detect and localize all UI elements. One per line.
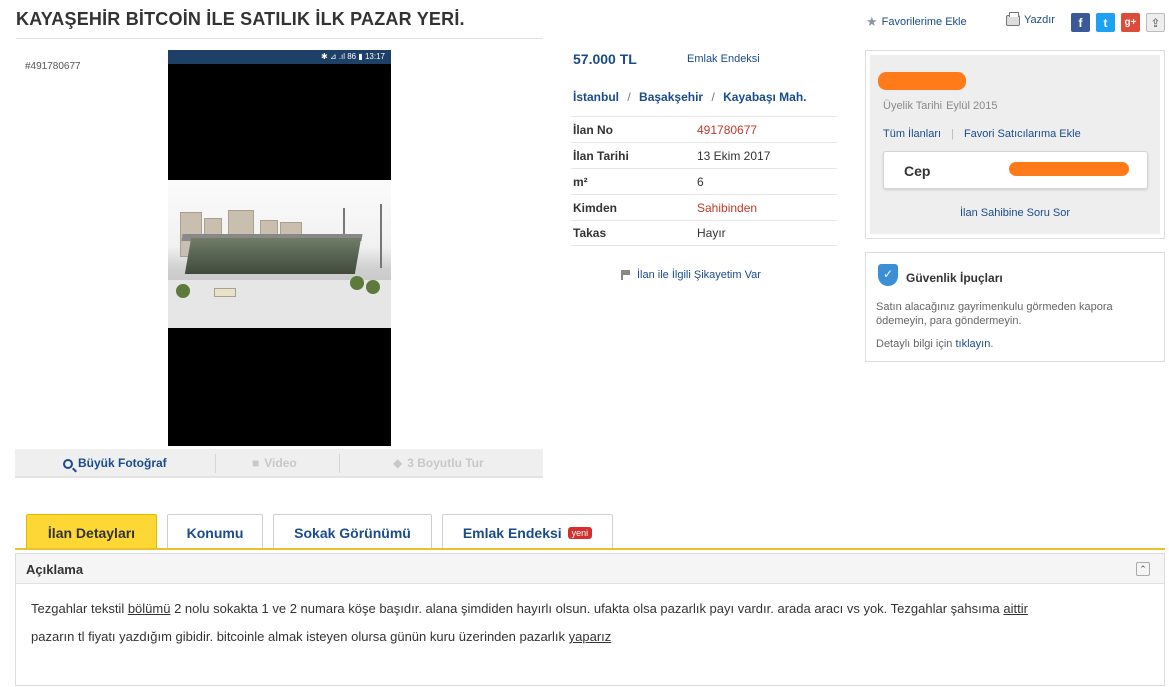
breadcrumb: İstanbul / Başakşehir / Kayabaşı Mah. <box>573 90 807 104</box>
security-text: Satın alacağınız gayrimenkulu görmeden k… <box>876 301 1113 327</box>
page-title: KAYAŞEHİR BİTCOİN İLE SATILIK İLK PAZAR … <box>16 9 465 29</box>
tab-ilan-detaylari[interactable]: İlan Detayları <box>26 514 157 550</box>
security-more: Detaylı bilgi için tıklayın. <box>876 338 993 350</box>
description-text: Tezgahlar tekstil <box>31 601 128 616</box>
complaint-link[interactable]: İlan ile İlgili Şikayetim Var <box>621 269 761 281</box>
description-text: pazarın tl fiyatı yazdığım gibidir. bitc… <box>31 629 569 644</box>
underlined-word: aittir <box>1003 601 1028 616</box>
info-key: m² <box>573 174 588 189</box>
shield-icon: ✓ <box>878 264 898 286</box>
breadcrumb-district[interactable]: Başakşehir <box>639 90 703 104</box>
new-badge: yeni <box>567 526 593 539</box>
breadcrumb-city[interactable]: İstanbul <box>573 90 619 104</box>
cube-icon: ◆ <box>393 456 403 470</box>
security-tips-box: ✓ Güvenlik İpuçları Satın alacağınız gay… <box>865 252 1165 362</box>
description-paragraph: pazarın tl fiyatı yazdığım gibidir. bitc… <box>31 628 1149 646</box>
phone-label: Cep <box>904 163 931 179</box>
tab-label: İlan Detayları <box>47 524 136 541</box>
emlak-endeksi-link[interactable]: Emlak Endeksi <box>687 53 760 65</box>
big-photo-button[interactable]: Büyük Fotoğraf <box>63 449 167 478</box>
add-favorite-link[interactable]: ★ Favorilerime Ekle <box>866 14 967 30</box>
description-header: Açıklama ⌃ <box>16 554 1164 584</box>
info-key: Takas <box>573 226 607 240</box>
add-favorite-seller-link[interactable]: Favori Satıcılarıma Ekle <box>964 128 1081 140</box>
print-link[interactable]: Yazdır <box>1006 11 1055 26</box>
tab-konumu[interactable]: Konumu <box>167 514 263 550</box>
security-more-suffix: . <box>990 338 994 350</box>
redacted-phone-number <box>1009 162 1129 176</box>
tab-sokak-gorunumu[interactable]: Sokak Görünümü <box>273 514 432 550</box>
info-value: Sahibinden <box>697 200 758 215</box>
print-label: Yazdır <box>1024 14 1055 26</box>
description-text: 2 nolu sokakta 1 ve 2 numara köşe başıdı… <box>170 601 1004 616</box>
phone-box[interactable]: Cep <box>883 151 1148 189</box>
all-listings-link[interactable]: Tüm İlanları <box>883 128 941 140</box>
photo-toolbar: Büyük Fotoğraf ■ Video ◆ 3 Boyutlu Tur <box>15 449 543 478</box>
underlined-word: yaparız <box>568 629 612 644</box>
video-icon: ■ <box>252 456 260 470</box>
member-since: Üyelik Tarihi Eylül 2015 <box>883 100 997 112</box>
description-title: Açıklama <box>26 562 84 577</box>
big-photo-label: Büyük Fotoğraf <box>78 456 167 470</box>
share-icon: ⇪ <box>1150 15 1161 30</box>
security-title: Güvenlik İpuçları <box>906 271 1003 285</box>
info-row-ilan-no: İlan No 491780677 <box>571 116 837 142</box>
info-row-takas: Takas Hayır <box>571 220 837 246</box>
tab-label: Sokak Görünümü <box>294 524 411 541</box>
video-label: Video <box>264 456 297 470</box>
info-row-m2: m² 6 <box>571 168 837 194</box>
security-more-prefix: Detaylı bilgi için <box>876 338 953 350</box>
googleplus-share-button[interactable]: g+ <box>1121 13 1140 32</box>
breadcrumb-separator: / <box>711 90 715 104</box>
seller-box: Üyelik Tarihi Eylül 2015 Tüm İlanları | F… <box>865 50 1165 239</box>
info-value: 13 Ekim 2017 <box>697 148 771 163</box>
main-photo[interactable]: ✱ ⊿ .ıl 86 ▮ 13:17 <box>168 50 391 446</box>
printer-icon <box>1006 11 1020 26</box>
share-button[interactable]: ⇪ <box>1146 13 1165 32</box>
video-button: ■ Video <box>252 449 297 478</box>
tab-emlak-endeksi[interactable]: Emlak Endeksi yeni <box>442 514 613 550</box>
breadcrumb-neighborhood[interactable]: Kayabaşı Mah. <box>723 90 806 104</box>
description-panel: Açıklama ⌃ Tezgahlar tekstil bölümü 2 no… <box>15 553 1165 686</box>
facebook-share-button[interactable]: f <box>1071 13 1090 32</box>
info-value: Hayır <box>697 226 726 240</box>
member-since-label: Üyelik Tarihi <box>883 100 943 112</box>
collapse-icon[interactable]: ⌃ <box>1136 562 1150 576</box>
header-divider <box>16 38 543 39</box>
info-key: İlan No <box>573 122 614 137</box>
tab-label: Emlak Endeksi <box>462 524 562 541</box>
member-since-value: Eylül 2015 <box>946 100 998 112</box>
price: 57.000 TL <box>573 51 637 67</box>
info-key: İlan Tarihi <box>573 148 629 163</box>
add-favorite-label: Favorilerime Ekle <box>881 16 967 28</box>
info-key: Kimden <box>573 200 618 215</box>
seller-links: Tüm İlanları | Favori Satıcılarıma Ekle <box>883 128 1081 140</box>
tab-underline <box>15 548 1165 550</box>
description-body: Tezgahlar tekstil bölümü 2 nolu sokakta … <box>16 584 1164 646</box>
info-value: 491780677 <box>697 122 758 137</box>
underlined-word: bölümü <box>127 601 171 616</box>
description-paragraph: Tezgahlar tekstil bölümü 2 nolu sokakta … <box>31 600 1149 618</box>
star-icon: ★ <box>866 14 878 29</box>
link-separator: | <box>951 128 954 140</box>
complaint-label: İlan ile İlgili Şikayetim Var <box>637 269 761 281</box>
flag-icon <box>621 270 631 280</box>
security-more-link[interactable]: tıklayın <box>955 338 990 350</box>
twitter-share-button[interactable]: t <box>1096 13 1115 32</box>
photo-scene <box>168 180 391 328</box>
3d-tour-button: ◆ 3 Boyutlu Tur <box>393 449 484 478</box>
breadcrumb-separator: / <box>627 90 631 104</box>
listing-info-table: İlan No 491780677 İlan Tarihi 13 Ekim 20… <box>571 116 837 246</box>
ask-seller-link[interactable]: İlan Sahibine Soru Sor <box>870 207 1160 219</box>
3d-tour-label: 3 Boyutlu Tur <box>407 456 484 470</box>
info-value: 6 <box>697 174 704 189</box>
info-row-kimden: Kimden Sahibinden <box>571 194 837 220</box>
tab-label: Konumu <box>186 524 244 541</box>
info-row-ilan-tarihi: İlan Tarihi 13 Ekim 2017 <box>571 142 837 168</box>
listing-id-label: #491780677 <box>25 61 81 72</box>
phone-status-bar: ✱ ⊿ .ıl 86 ▮ 13:17 <box>168 50 391 64</box>
magnifier-icon <box>63 458 73 469</box>
redacted-seller-name <box>878 72 966 90</box>
